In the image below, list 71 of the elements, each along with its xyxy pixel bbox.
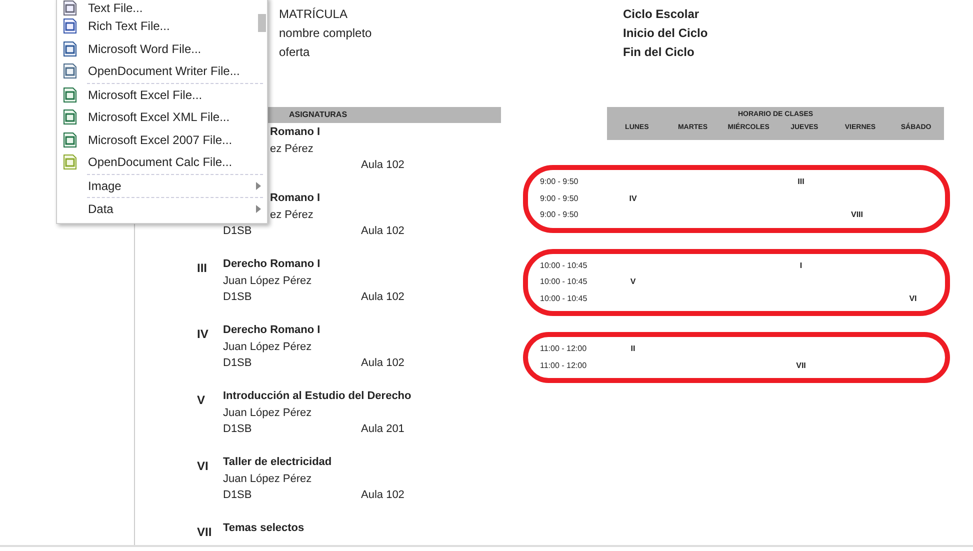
field-label: Inicio del Ciclo <box>623 25 708 42</box>
subject-numeral: VIII <box>850 210 863 220</box>
teacher-name: Juan López Pérez <box>223 274 312 288</box>
subject-title: Introducción al Estudio del Derecho <box>223 389 412 404</box>
subject-title: Derecho Romano I <box>223 323 320 338</box>
field-label: Fin del Ciclo <box>623 44 696 61</box>
document-icon <box>62 109 78 126</box>
group-code: D1SB <box>223 357 252 369</box>
document-icon <box>62 0 78 16</box>
subject-title: Derecho Romano I <box>223 257 320 272</box>
menu-item[interactable]: Image <box>57 174 267 197</box>
time-slot: 9:00 - 9:50 <box>540 176 605 188</box>
menu-item[interactable]: Microsoft Word File... <box>57 38 267 60</box>
scrollbar-thumb[interactable] <box>258 14 266 32</box>
group-code: D1SB <box>223 225 252 237</box>
room-label: Aula 102 <box>361 290 404 305</box>
subject-numeral: III <box>798 177 804 186</box>
field-label: oferta <box>279 44 311 61</box>
room-label: Aula 102 <box>361 356 404 371</box>
subject-title: Romano I <box>270 191 320 206</box>
subject-numeral: III <box>197 261 208 275</box>
subject-title: Temas selectos <box>223 521 304 536</box>
room-label: Aula 201 <box>361 422 404 437</box>
subject-numeral: VI <box>909 294 917 303</box>
teacher-name: ez Pérez <box>270 142 314 156</box>
group-code: D1SB <box>223 423 252 435</box>
subject-title: Taller de electricidad <box>223 455 332 470</box>
field-label: Ciclo Escolar <box>623 6 700 23</box>
group-code: D1SB <box>223 489 252 501</box>
document-icon <box>62 132 78 148</box>
subject-title: Romano I <box>270 125 320 140</box>
group-code: D1SB <box>223 291 252 303</box>
field-label: MATRÍCULA <box>279 6 348 23</box>
subject-numeral: VII <box>796 360 806 370</box>
subject-numeral: IV <box>197 327 208 341</box>
room-label: Aula 102 <box>361 488 404 503</box>
time-slot: 10:00 - 10:45 <box>540 276 605 288</box>
time-slot: 11:00 - 12:00 <box>540 343 605 356</box>
document-icon <box>62 86 78 103</box>
menu-item[interactable]: Microsoft Excel File... <box>57 84 267 106</box>
teacher-name: Juan López Pérez <box>223 406 312 420</box>
menu-item[interactable]: OpenDocument Writer File... <box>57 60 267 82</box>
room-label: Aula 102 <box>361 224 404 239</box>
teacher-name: Juan López Pérez <box>223 472 312 486</box>
document-icon <box>62 63 78 80</box>
field-label: nombre completo <box>279 25 373 42</box>
subject-numeral: VII <box>197 525 212 539</box>
time-slot: 9:00 - 9:50 <box>540 192 605 205</box>
subject-numeral: V <box>630 277 636 286</box>
time-slot: 10:00 - 10:45 <box>540 292 605 305</box>
time-slot: 9:00 - 9:50 <box>540 209 605 222</box>
time-slot: 10:00 - 10:45 <box>540 260 605 272</box>
menu-item[interactable]: Rich Text File... <box>57 15 267 38</box>
subject-numeral: II <box>630 344 636 354</box>
menu-item[interactable]: Microsoft Excel 2007 File... <box>57 128 267 151</box>
room-label: Aula 102 <box>361 158 404 173</box>
subject-numeral: IV <box>629 194 637 203</box>
menu-item[interactable]: OpenDocument Calc File... <box>57 151 267 174</box>
document-icon <box>62 40 78 57</box>
subject-numeral: VI <box>197 459 208 473</box>
teacher-name: Juan López Pérez <box>223 340 312 354</box>
menu-item[interactable]: Data <box>57 198 267 220</box>
document-icon <box>62 18 78 34</box>
document-icon <box>62 154 78 170</box>
subject-numeral: I <box>800 260 802 270</box>
teacher-name: ez Pérez <box>270 208 314 222</box>
submenu-arrow-icon <box>256 205 261 214</box>
subject-numeral: V <box>197 393 206 407</box>
time-slot: 11:00 - 12:00 <box>540 360 605 372</box>
submenu-arrow-icon <box>256 182 261 190</box>
menu-item[interactable]: Text File... <box>57 0 267 15</box>
